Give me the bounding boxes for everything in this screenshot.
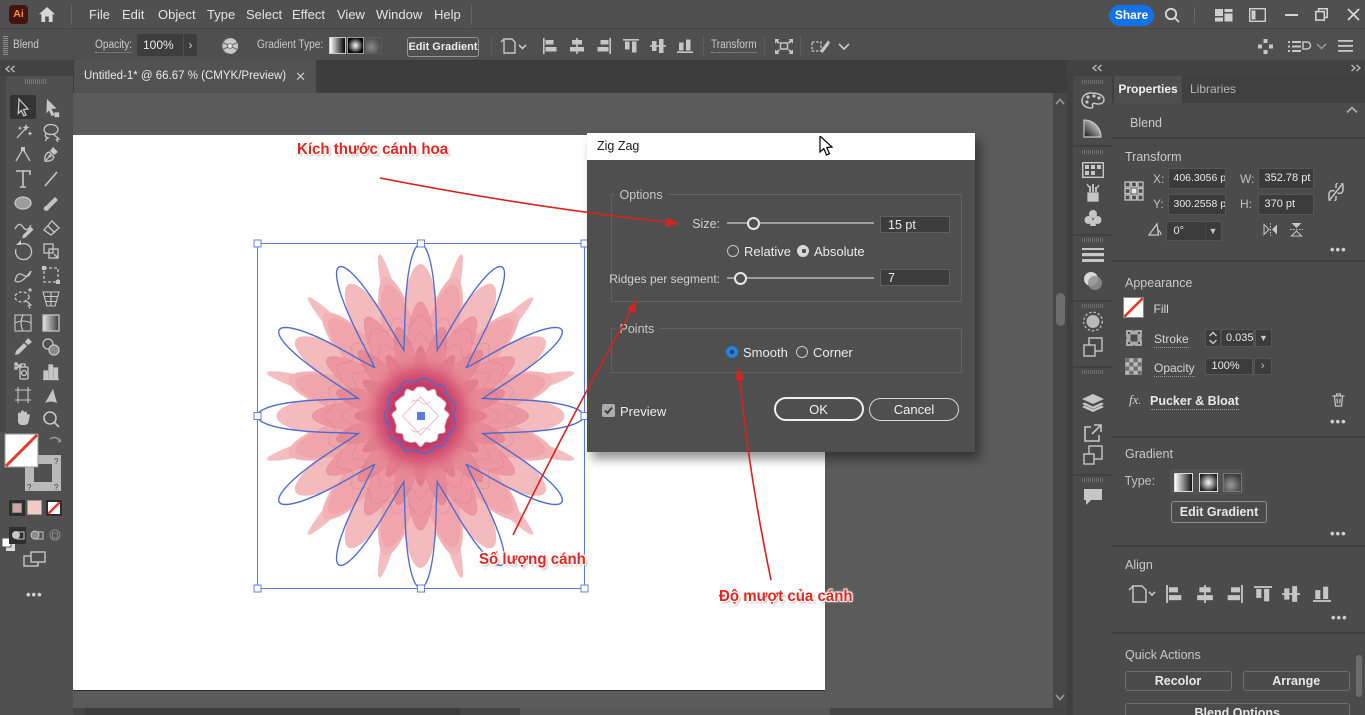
- svg-text:?: ?: [27, 483, 32, 492]
- svg-text:?: ?: [54, 483, 59, 492]
- svg-text:?: ?: [54, 457, 59, 466]
